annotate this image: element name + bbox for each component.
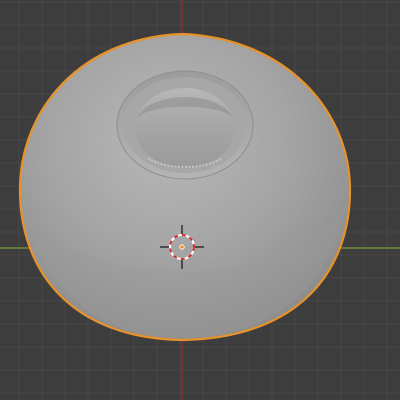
viewport-canvas[interactable] <box>0 0 400 400</box>
dome-object[interactable] <box>18 32 352 342</box>
3d-viewport[interactable] <box>0 0 400 400</box>
